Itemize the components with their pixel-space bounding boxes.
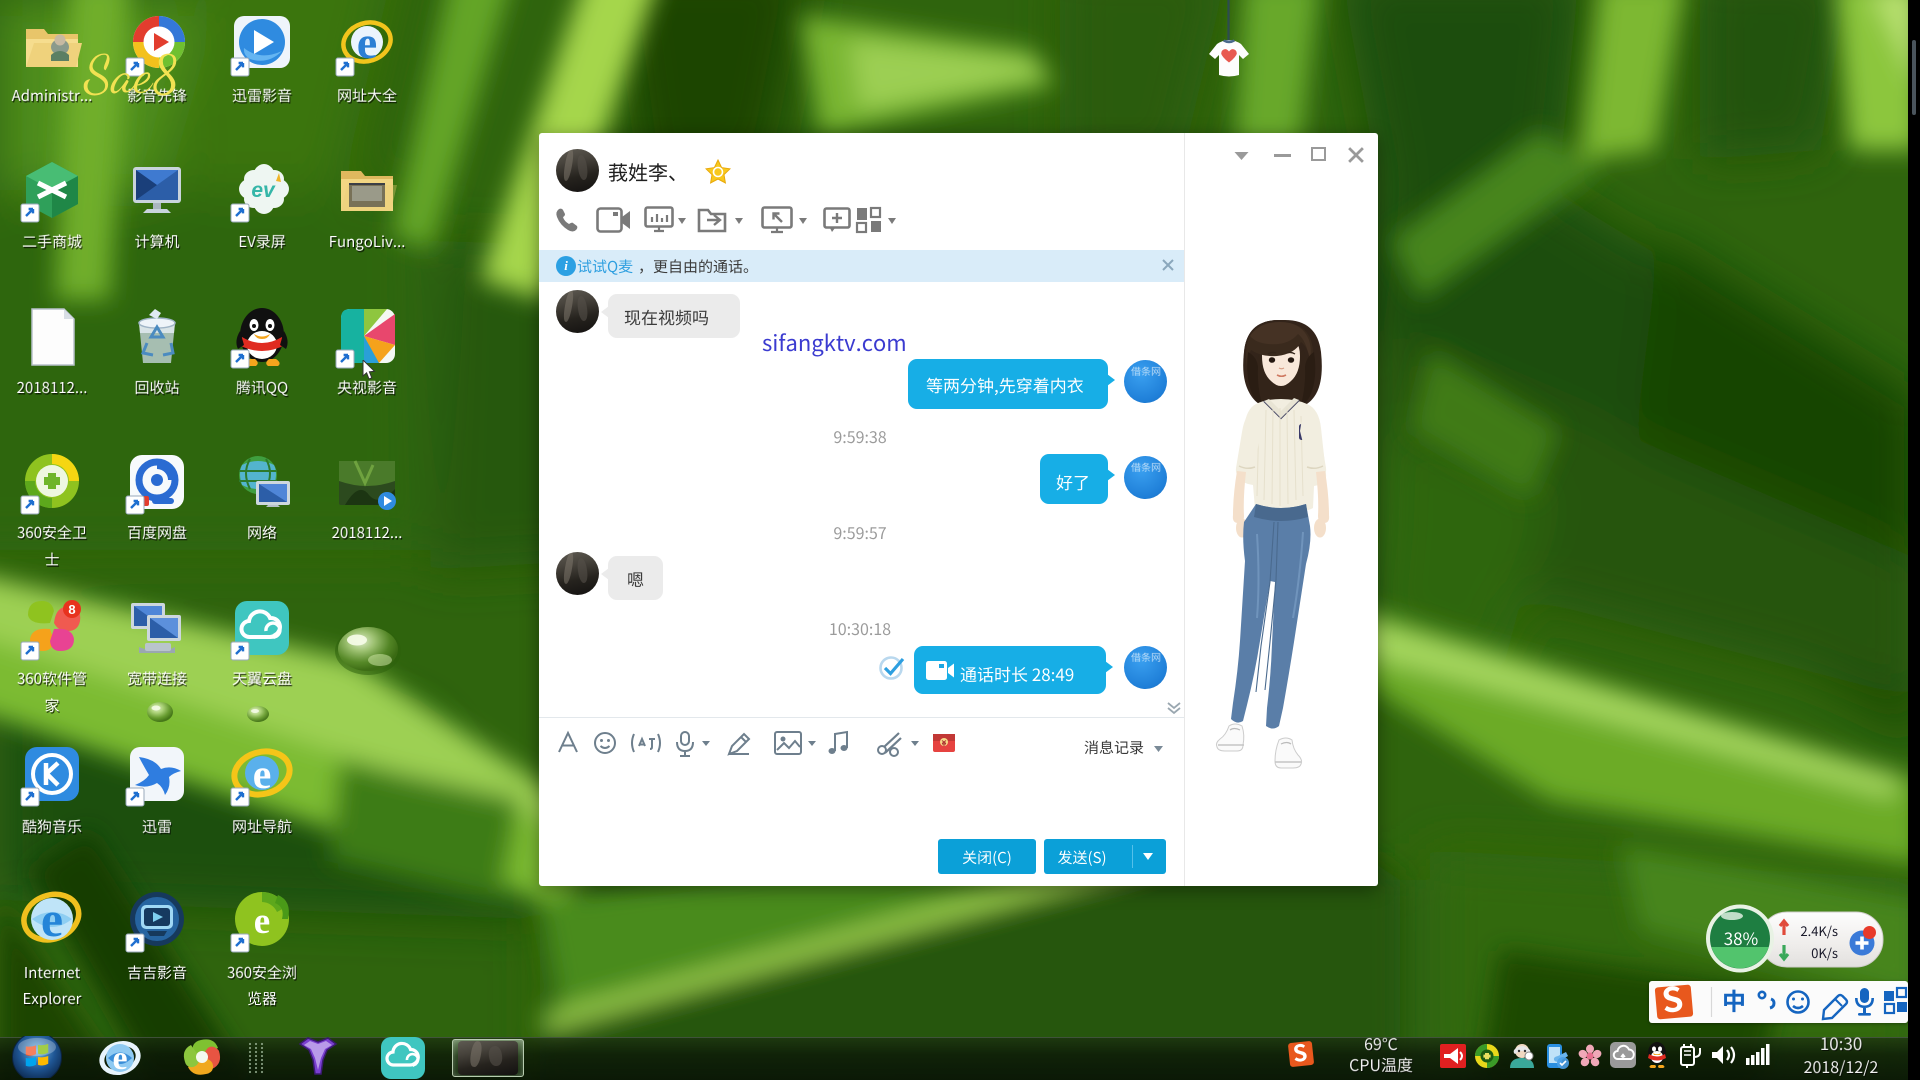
svg-text:ev: ev xyxy=(251,179,276,202)
svg-text:8: 8 xyxy=(68,602,75,617)
svg-text:e: e xyxy=(254,901,270,942)
